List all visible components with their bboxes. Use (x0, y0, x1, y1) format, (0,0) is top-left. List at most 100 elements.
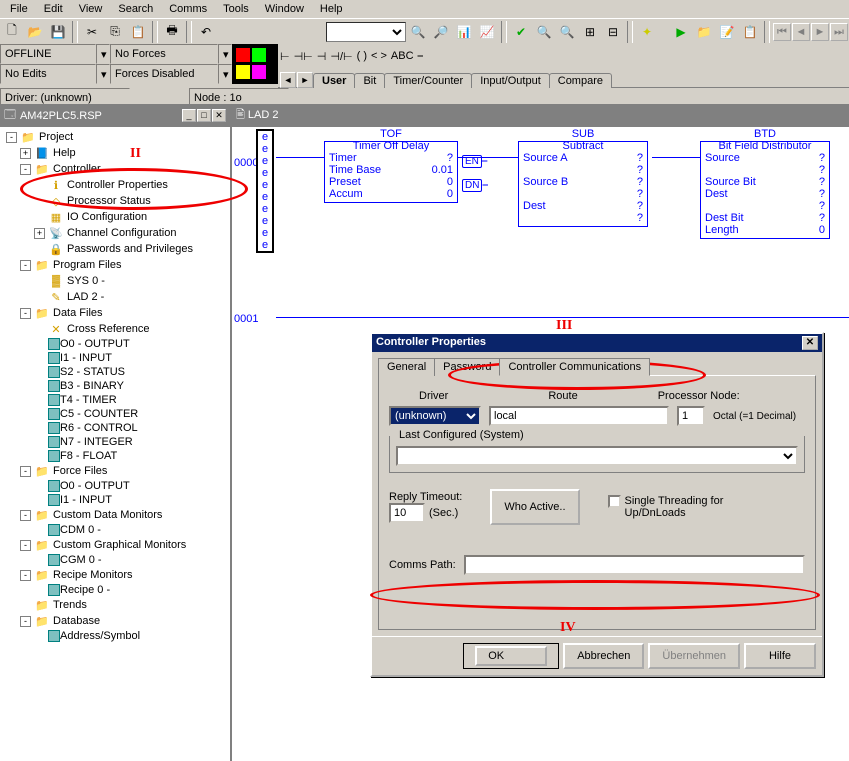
menu-tools[interactable]: Tools (215, 1, 257, 17)
new-button[interactable]: 🗋 (1, 21, 23, 43)
tree-item[interactable]: ℹController Properties (2, 177, 228, 193)
tree-toggle[interactable]: - (6, 132, 17, 143)
tool-l[interactable]: 📝 (716, 21, 738, 43)
menu-comms[interactable]: Comms (161, 1, 215, 17)
tree-toggle[interactable]: + (34, 228, 45, 239)
singlethread-checkbox[interactable] (608, 495, 621, 508)
menu-help[interactable]: Help (312, 1, 351, 17)
tool-c[interactable]: 📊 (453, 21, 475, 43)
tree-item[interactable]: -📁Recipe Monitors (2, 567, 228, 583)
ribbon-nav-left[interactable]: ◄ (280, 72, 296, 88)
ribbon-sym5[interactable]: ( ) (357, 50, 367, 62)
ribbon-sym8[interactable]: ⎯ (418, 50, 424, 63)
ribbon-sym1[interactable]: ⊢ (280, 50, 290, 63)
driver-select[interactable]: (unknown) (389, 406, 481, 426)
status-dropdown3[interactable]: ▾ (96, 64, 110, 84)
tree-item[interactable]: ✎LAD 2 - (2, 289, 228, 305)
tree-toggle[interactable]: - (20, 616, 31, 627)
tree-item[interactable]: -📁Controller (2, 161, 228, 177)
tree-item[interactable]: +📘Help (2, 145, 228, 161)
tree-max-button[interactable]: □ (197, 109, 211, 122)
ribbon-sym3[interactable]: ⊣ (317, 50, 327, 63)
menu-file[interactable]: File (2, 1, 36, 17)
tree-item[interactable]: T4 - TIMER (2, 393, 228, 407)
status-dropdown2[interactable]: ▾ (218, 44, 232, 64)
tree-item[interactable]: O0 - OUTPUT (2, 337, 228, 351)
tool-g[interactable]: 🔍 (556, 21, 578, 43)
ribbon-tab-timer[interactable]: Timer/Counter (384, 73, 472, 88)
tree-item[interactable]: 🔒Passwords and Privileges (2, 241, 228, 257)
tree-item[interactable]: -📁Custom Data Monitors (2, 507, 228, 523)
paste-button[interactable]: 📋 (127, 21, 149, 43)
procnode-input[interactable] (677, 406, 705, 426)
tree-item[interactable]: C5 - COUNTER (2, 407, 228, 421)
nav-last[interactable]: ⏭ (830, 23, 848, 41)
cancel-button[interactable]: Abbrechen (563, 643, 644, 669)
tool-e[interactable]: ✔ (510, 21, 532, 43)
tree-toggle[interactable]: - (20, 164, 31, 175)
tree-item[interactable]: Address/Symbol (2, 629, 228, 643)
tree-body[interactable]: - 📁 Project +📘Help-📁ControllerℹControlle… (0, 127, 230, 761)
tree-toggle[interactable]: - (20, 466, 31, 477)
tool-h[interactable]: ⊞ (579, 21, 601, 43)
undo-button[interactable]: ↶ (195, 21, 217, 43)
dialog-close-button[interactable]: ✕ (802, 336, 818, 350)
menu-search[interactable]: Search (110, 1, 161, 17)
nav-next[interactable]: ► (811, 23, 829, 41)
status-dropdown4[interactable]: ▾ (218, 64, 232, 84)
ribbon-nav-right[interactable]: ► (297, 72, 313, 88)
tree-item[interactable]: -📁Data Files (2, 305, 228, 321)
ribbon-sym6[interactable]: < > (371, 50, 387, 62)
tab-controller-comms[interactable]: Controller Communications (499, 358, 650, 376)
lastcfg-select[interactable] (396, 446, 798, 466)
tree-item[interactable]: S2 - STATUS (2, 365, 228, 379)
tree-item[interactable]: O0 - OUTPUT (2, 479, 228, 493)
tool-i[interactable]: ⊟ (602, 21, 624, 43)
ribbon-sym4[interactable]: ⊣/⊢ (330, 50, 352, 63)
nav-first[interactable]: ⏮ (773, 23, 791, 41)
ribbon-tab-user[interactable]: User (313, 73, 355, 88)
ribbon-sym7[interactable]: ABC (391, 50, 414, 62)
tree-item[interactable]: CDM 0 - (2, 523, 228, 537)
tree-item[interactable]: ▦IO Configuration (2, 209, 228, 225)
tree-item[interactable]: 📁Trends (2, 597, 228, 613)
commspath-input[interactable] (464, 555, 805, 575)
tool-f[interactable]: 🔍 (533, 21, 555, 43)
tree-item[interactable]: I1 - INPUT (2, 351, 228, 365)
tree-toggle[interactable]: + (20, 148, 31, 159)
tree-min-button[interactable]: _ (182, 109, 196, 122)
ribbon-tab-compare[interactable]: Compare (549, 73, 612, 88)
tree-close-button[interactable]: ✕ (212, 109, 226, 122)
save-button[interactable]: 💾 (47, 21, 69, 43)
tool-run[interactable]: ▶ (670, 21, 692, 43)
dialog-titlebar[interactable]: Controller Properties ✕ (372, 334, 822, 352)
tool-m[interactable]: 📋 (739, 21, 761, 43)
ribbon-tab-bit[interactable]: Bit (354, 73, 385, 88)
tree-item[interactable]: ▓SYS 0 - (2, 273, 228, 289)
route-input[interactable] (489, 406, 669, 426)
tree-root[interactable]: - 📁 Project (2, 129, 228, 145)
whoactive-button[interactable]: Who Active.. (490, 489, 579, 525)
nav-prev[interactable]: ◄ (792, 23, 810, 41)
copy-button[interactable]: ⎘ (104, 21, 126, 43)
tree-toggle[interactable]: - (20, 540, 31, 551)
open-button[interactable]: 📂 (24, 21, 46, 43)
tree-item[interactable]: F8 - FLOAT (2, 449, 228, 463)
tree-item[interactable]: N7 - INTEGER (2, 435, 228, 449)
tool-b[interactable]: 🔎 (430, 21, 452, 43)
tree-toggle[interactable]: - (20, 260, 31, 271)
tree-item[interactable]: R6 - CONTROL (2, 421, 228, 435)
print-button[interactable]: 🖶 (161, 21, 183, 43)
tab-general[interactable]: General (378, 358, 435, 376)
tree-item[interactable]: B3 - BINARY (2, 379, 228, 393)
tree-item[interactable]: Recipe 0 - (2, 583, 228, 597)
tree-item[interactable]: -📁Custom Graphical Monitors (2, 537, 228, 553)
menu-window[interactable]: Window (257, 1, 312, 17)
tree-item[interactable]: -📁Program Files (2, 257, 228, 273)
tab-password[interactable]: Password (434, 358, 500, 376)
status-dropdown1[interactable]: ▾ (96, 44, 110, 64)
tool-j[interactable]: ✦ (636, 21, 658, 43)
tree-toggle[interactable]: - (20, 570, 31, 581)
cut-button[interactable]: ✂ (81, 21, 103, 43)
help-button[interactable]: Hilfe (744, 643, 816, 669)
